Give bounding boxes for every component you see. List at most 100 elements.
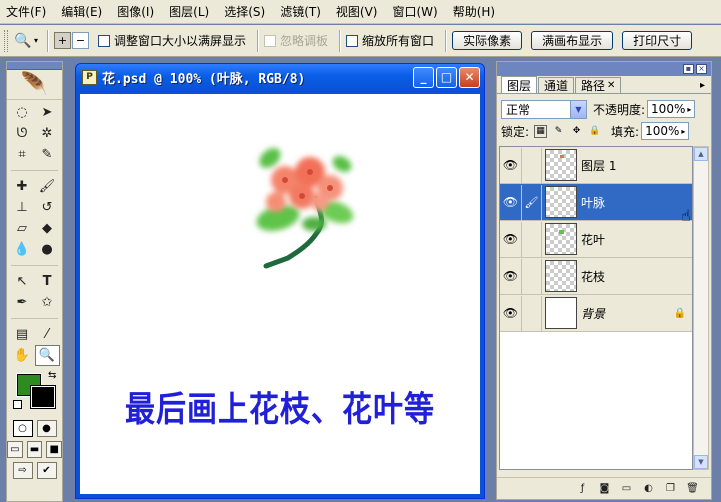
zoom-all-windows-checkbox[interactable]: 缩放所有窗口 [346,32,434,49]
layer-row[interactable]: 👁 花叶 [500,221,692,258]
marquee-tool-icon[interactable]: ◌ [10,102,35,123]
menu-file[interactable]: 文件(F) [6,3,46,20]
fill-input[interactable]: 100% ▸ [641,122,690,140]
dodge-tool-icon[interactable]: ● [35,239,60,260]
close-tab-icon[interactable]: ✕ [607,80,615,91]
path-selection-tool-icon[interactable]: ↖ [10,271,35,292]
imageready-icon[interactable]: ✔ [36,462,57,479]
blur-tool-icon[interactable]: 💧 [10,239,35,260]
maximize-button[interactable]: □ [436,66,457,88]
chevron-down-icon[interactable]: ▾ [34,36,38,45]
paint-bucket-tool-icon[interactable]: ◆ [35,218,60,239]
layer-row[interactable]: 👁 图层 1 [500,147,692,184]
scroll-up-icon[interactable]: ▲ [694,147,708,161]
opacity-input[interactable]: 100% ▸ [647,100,696,118]
chevron-right-icon[interactable]: ▸ [687,105,691,114]
visibility-eye-icon[interactable]: 👁 [500,184,522,220]
default-colors-icon[interactable] [13,400,22,409]
scroll-down-icon[interactable]: ▼ [694,455,708,469]
lock-image-icon[interactable]: ✎ [552,125,565,138]
standard-mode-icon[interactable]: ○ [12,420,33,437]
visibility-eye-icon[interactable]: 👁 [500,221,522,257]
layer-row[interactable]: 👁 花枝 [500,258,692,295]
palette-menu-icon[interactable]: ▸ [700,80,705,91]
chevron-down-icon[interactable]: ▼ [570,100,586,118]
swap-colors-icon[interactable]: ⇆ [48,370,56,381]
print-size-button[interactable]: 打印尺寸 [622,31,693,50]
type-tool-icon[interactable]: T [35,271,60,292]
link-cell[interactable] [522,258,542,294]
link-cell[interactable] [522,295,542,331]
actual-pixels-button[interactable]: 实际像素 [452,31,523,50]
checkbox-box[interactable] [346,34,359,47]
healing-brush-tool-icon[interactable]: ✚ [10,176,35,197]
background-color-swatch[interactable] [30,385,56,409]
screen-mode-menu-icon[interactable]: ▬ [26,441,43,458]
tab-layers[interactable]: 图层 [501,76,538,93]
lock-position-icon[interactable]: ✥ [570,125,583,138]
delete-layer-icon[interactable]: 🗑 [686,482,699,495]
paintbrush-icon[interactable]: 🖌 [522,184,542,220]
shape-tool-icon[interactable]: ✩ [35,292,60,313]
fit-screen-button[interactable]: 满画布显示 [531,31,614,50]
brush-tool-icon[interactable]: 🖌 [35,176,60,197]
zoom-tool-icon[interactable]: 🔍 [34,345,60,366]
palette-header[interactable]: ▪ × [497,62,711,76]
blend-mode-select[interactable]: 正常 ▼ [501,99,587,119]
crop-tool-icon[interactable]: ⌗ [10,144,35,165]
eyedropper-tool-icon[interactable]: ⁄ [35,324,60,345]
quick-mask-mode-icon[interactable]: ● [36,420,57,437]
lasso-tool-icon[interactable]: ᘎ [10,123,35,144]
minimize-button[interactable]: _ [413,66,434,88]
slice-tool-icon[interactable]: ✎ [35,144,60,165]
zoom-in-button[interactable]: + [54,32,72,49]
toolbox-header[interactable] [7,62,62,70]
layers-scrollbar[interactable]: ▲ ▼ [693,146,709,470]
menu-filter[interactable]: 滤镜(T) [280,3,321,20]
lock-all-icon[interactable]: 🔒 [588,125,601,138]
feather-logo-icon[interactable]: 🪶 [7,70,62,100]
history-brush-tool-icon[interactable]: ↺ [35,197,60,218]
close-button[interactable]: ✕ [459,66,480,88]
new-group-icon[interactable]: ▭ [620,482,633,495]
layer-row[interactable]: 👁 背景 🔒 [500,295,692,332]
layer-row-selected[interactable]: 👁 🖌 叶脉 [500,184,692,221]
adjustment-layer-icon[interactable]: ◐ [642,482,655,495]
menu-layer[interactable]: 图层(L) [169,3,209,20]
link-cell[interactable] [522,221,542,257]
lock-transparent-icon[interactable]: ▦ [534,124,548,138]
menu-help[interactable]: 帮助(H) [453,3,495,20]
visibility-eye-icon[interactable]: 👁 [500,295,522,331]
chevron-right-icon[interactable]: ▸ [681,127,685,136]
minimize-palette-icon[interactable]: ▪ [683,64,694,74]
checkbox-box[interactable] [98,34,111,47]
move-tool-icon[interactable]: ➤ [35,102,60,123]
eraser-tool-icon[interactable]: ▱ [10,218,35,239]
tab-channels[interactable]: 通道 [538,77,575,93]
document-canvas[interactable]: 最后画上花枝、花叶等 [80,94,480,494]
link-cell[interactable] [522,147,542,183]
menu-image[interactable]: 图像(I) [117,3,154,20]
notes-tool-icon[interactable]: ▤ [10,324,35,345]
clone-stamp-tool-icon[interactable]: ⊥ [10,197,35,218]
close-palette-icon[interactable]: × [696,64,707,74]
zoom-out-button[interactable]: − [72,32,90,49]
layer-mask-icon[interactable]: ◙ [598,482,611,495]
zoom-tool-preset-icon[interactable]: 🔍 [12,30,34,52]
menu-edit[interactable]: 编辑(E) [61,3,102,20]
visibility-eye-icon[interactable]: 👁 [500,258,522,294]
new-layer-icon[interactable]: ❐ [664,482,677,495]
scroll-track[interactable] [694,161,708,455]
options-grip[interactable] [4,29,8,52]
menu-view[interactable]: 视图(V) [336,3,378,20]
layer-style-icon[interactable]: ƒ [576,482,589,495]
magic-wand-tool-icon[interactable]: ✲ [35,123,60,144]
tab-paths[interactable]: 路径 ✕ [575,77,622,93]
document-title-bar[interactable]: P 花.psd @ 100% (叶脉, RGB/8) _ □ ✕ [76,64,484,90]
menu-select[interactable]: 选择(S) [224,3,265,20]
menu-window[interactable]: 窗口(W) [392,3,437,20]
screen-mode-full-icon[interactable]: ■ [46,441,63,458]
visibility-eye-icon[interactable]: 👁 [500,147,522,183]
jump-to-imageready-icon[interactable]: ⇨ [12,462,33,479]
pen-tool-icon[interactable]: ✒ [10,292,35,313]
